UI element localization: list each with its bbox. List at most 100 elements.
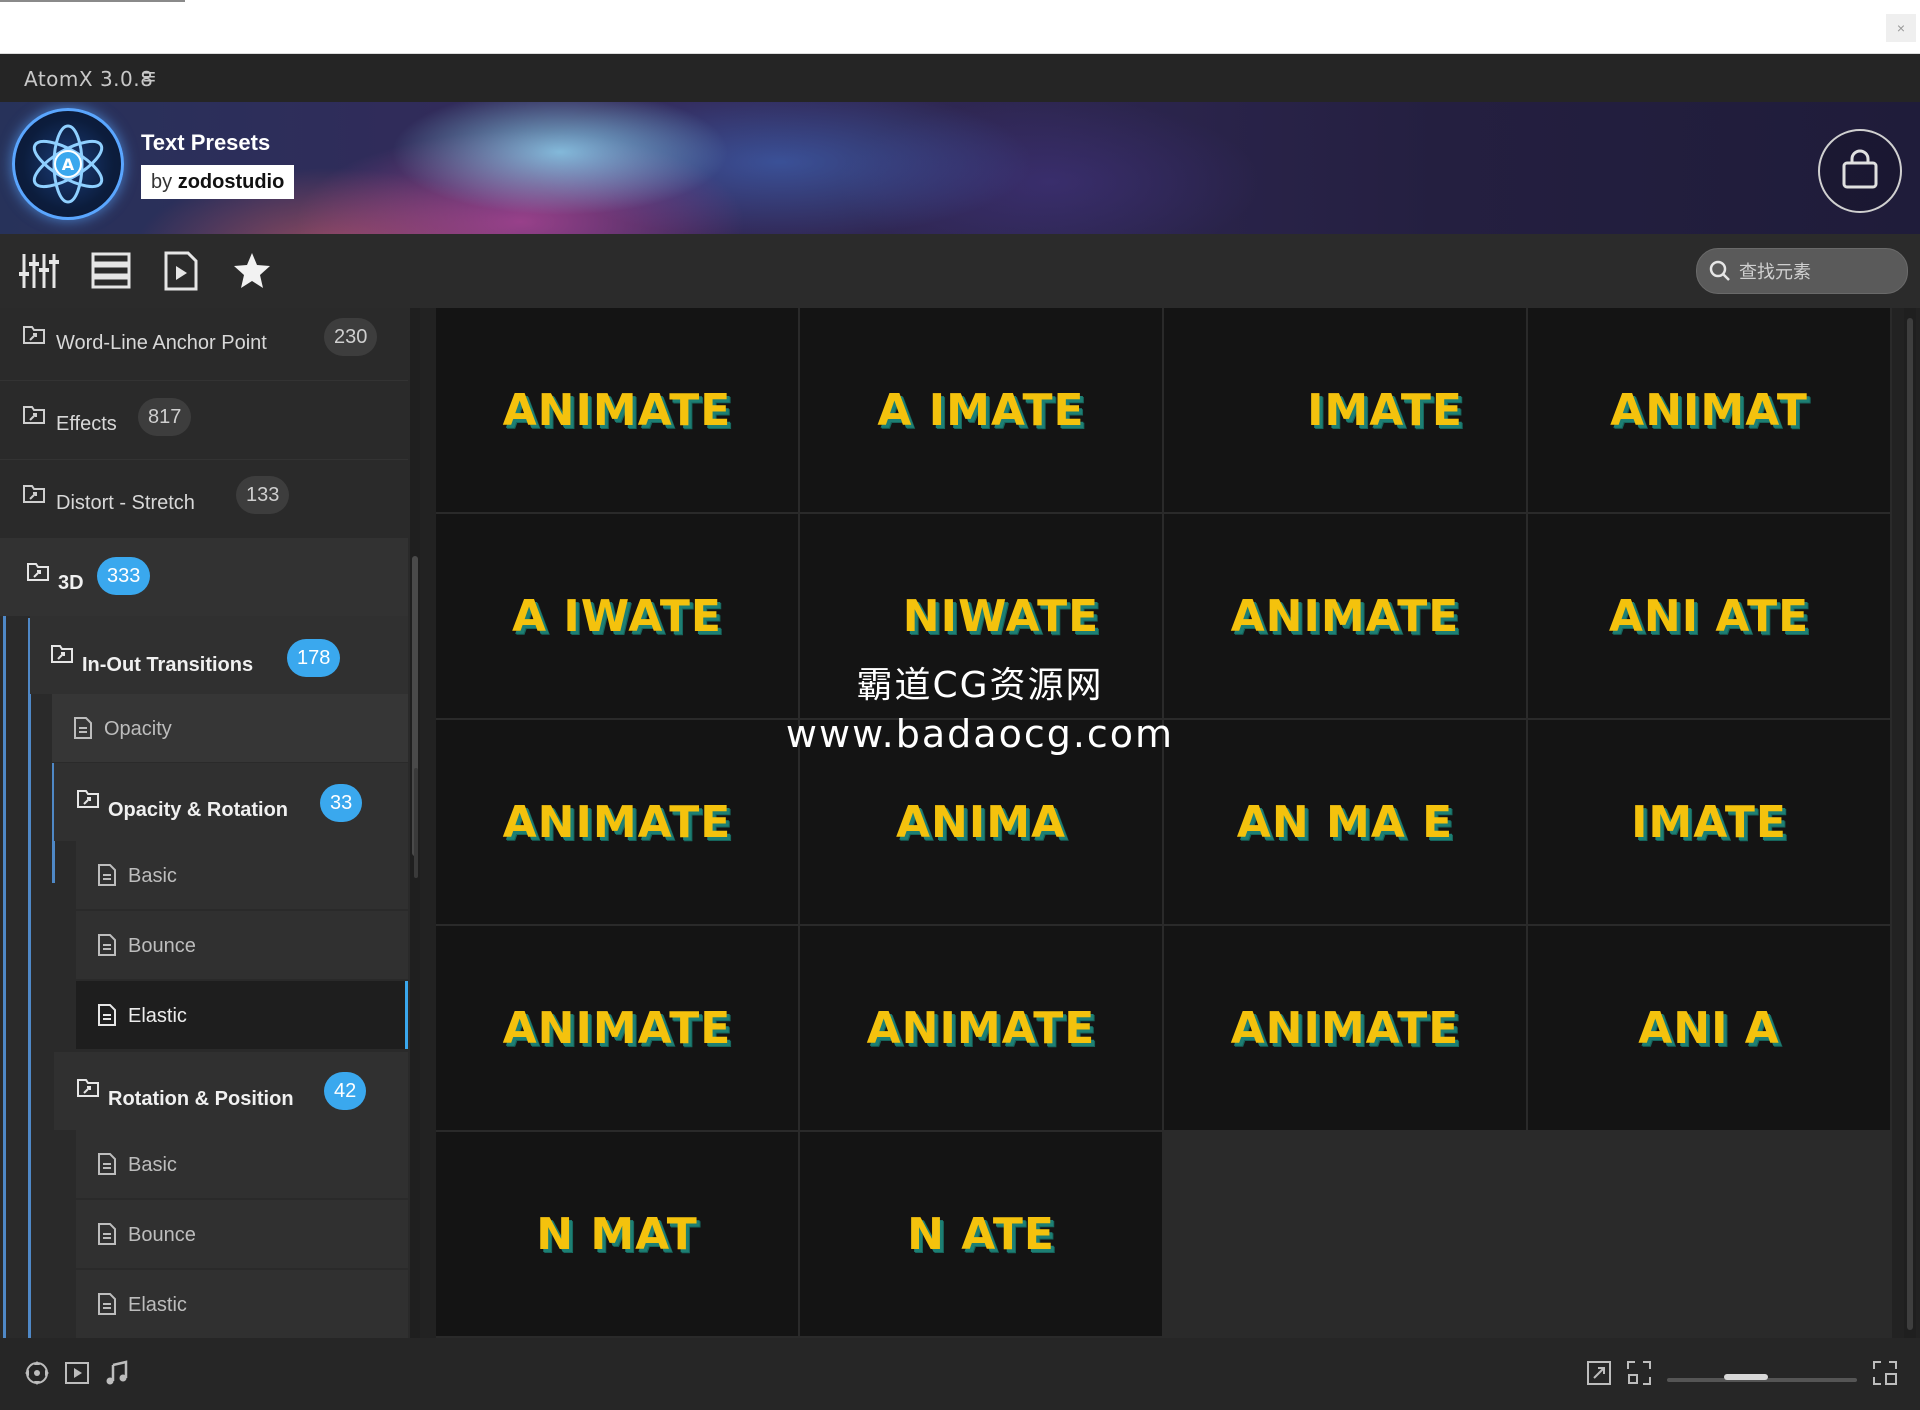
category-label: Rotation & Position	[108, 1088, 294, 1110]
preset-basic[interactable]: Basic	[76, 841, 408, 909]
preset-label: Elastic	[128, 1005, 187, 1027]
watermark-line1: 霸道CG资源网	[856, 665, 1104, 706]
folder-open-icon	[27, 563, 49, 581]
preset-label: Basic	[128, 1154, 177, 1176]
preset-elastic-selected[interactable]: Elastic	[76, 981, 408, 1049]
search-input[interactable]	[1737, 257, 1901, 287]
preview-tile[interactable]: AN MA E	[1164, 720, 1526, 924]
preview-tile[interactable]: ANIMATE	[436, 926, 798, 1130]
grid-scrollbar-thumb[interactable]	[1907, 318, 1913, 1330]
category-distort-stretch[interactable]: Distort - Stretch 133	[0, 460, 408, 538]
count-badge: 42	[324, 1072, 367, 1110]
scrollbar-thumb-secondary[interactable]	[414, 768, 418, 878]
watermark-line2: www.badaocg.com	[785, 712, 1175, 756]
preset-basic[interactable]: Basic	[76, 1130, 408, 1198]
banner-author[interactable]: by zodostudio	[141, 165, 295, 199]
window-close-button[interactable]: ×	[1886, 14, 1916, 42]
category-in-out-transitions[interactable]: In-Out Transitions 178	[30, 616, 408, 694]
category-3d[interactable]: 3D 333	[0, 538, 408, 616]
preset-label: Bounce	[128, 1224, 196, 1246]
preset-elastic[interactable]: Elastic	[76, 1270, 408, 1338]
preview-tile[interactable]: A IMATE	[800, 308, 1162, 512]
shopping-bag-button[interactable]	[1818, 129, 1902, 213]
category-opacity-rotation[interactable]: Opacity & Rotation 33	[54, 763, 408, 841]
bottom-bar	[0, 1338, 1920, 1410]
atom-logo: A	[12, 108, 124, 220]
preview-text: ANI ATE	[1608, 590, 1810, 642]
preview-tile[interactable]: IMATE	[1164, 308, 1526, 512]
preview-tile[interactable]: ANIMATE	[1164, 514, 1526, 718]
count-badge: 333	[97, 557, 151, 595]
thumbnail-size-slider[interactable]	[1667, 1374, 1857, 1382]
preview-text: ANIMA	[895, 796, 1067, 848]
search-box[interactable]	[1696, 248, 1908, 294]
folder-open-icon	[51, 645, 73, 663]
list-view-icon[interactable]	[90, 250, 132, 292]
svg-text:A: A	[62, 155, 75, 174]
move-anchor-icon[interactable]	[24, 1360, 50, 1386]
sidebar-scrollbar[interactable]	[410, 308, 420, 1338]
play-preview-icon[interactable]	[64, 1360, 90, 1386]
preview-tile[interactable]: N MAT	[436, 1132, 798, 1336]
preview-text: AN MA E	[1236, 796, 1454, 848]
preset-label: Opacity	[104, 718, 172, 740]
music-note-icon[interactable]	[104, 1360, 130, 1386]
preview-tile[interactable]: IMATE	[1528, 720, 1890, 924]
by-label: by	[151, 171, 173, 193]
preview-tile[interactable]: ANIMATE	[436, 720, 798, 924]
folder-open-icon	[77, 1079, 99, 1097]
small-grid-icon[interactable]	[1626, 1360, 1652, 1386]
preview-tile[interactable]: ANIMAT	[1528, 308, 1890, 512]
preset-opacity[interactable]: Opacity	[52, 694, 408, 762]
preset-bounce[interactable]: Bounce	[76, 1200, 408, 1268]
preview-tile[interactable]: ANIMATE	[1164, 926, 1526, 1130]
sliders-icon[interactable]	[18, 250, 60, 292]
large-grid-icon[interactable]	[1872, 1360, 1898, 1386]
count-badge: 178	[287, 639, 341, 677]
preview-tile[interactable]: N ATE	[800, 1132, 1162, 1336]
app-title: AtomX 3.0.8	[24, 67, 154, 91]
preview-text: IMATE	[1307, 384, 1463, 436]
browser-strip: ×	[0, 0, 1920, 54]
preview-text: ANIMATE	[502, 384, 732, 436]
preview-text: N ATE	[907, 1208, 1055, 1260]
search-icon	[1709, 260, 1730, 281]
category-rotation-position[interactable]: Rotation & Position 42	[54, 1052, 408, 1130]
preview-tile[interactable]: ANI A	[1528, 926, 1890, 1130]
document-icon	[74, 717, 92, 739]
grid-scrollbar[interactable]	[1904, 308, 1916, 1338]
slider-knob[interactable]	[1724, 1374, 1768, 1380]
hamburger-icon[interactable]: ≡	[143, 64, 156, 90]
preview-text: ANIMAT	[1610, 384, 1808, 436]
preview-tile[interactable]: ANIMATE	[436, 308, 798, 512]
preview-tile[interactable]: ANI ATE	[1528, 514, 1890, 718]
count-badge: 133	[236, 476, 290, 514]
preview-tile[interactable]: ANIMATE	[800, 926, 1162, 1130]
preset-bounce[interactable]: Bounce	[76, 911, 408, 979]
category-effects[interactable]: Effects 817	[0, 381, 408, 459]
star-icon[interactable]	[231, 250, 273, 292]
folder-icon	[23, 326, 45, 344]
preview-text: ANIMATE	[1230, 1002, 1460, 1054]
document-icon	[98, 1004, 116, 1026]
category-label: Distort - Stretch	[56, 492, 195, 514]
preview-tile[interactable]: A IWATE	[436, 514, 798, 718]
toolbar	[0, 234, 1920, 308]
tab-indicator	[0, 0, 185, 2]
preset-label: Elastic	[128, 1294, 187, 1316]
preview-text: ANIMATE	[1230, 590, 1460, 642]
preview-text: ANIMATE	[502, 1002, 732, 1054]
count-badge: 33	[320, 784, 363, 822]
open-external-icon[interactable]	[1586, 1360, 1612, 1386]
tree-line-inout	[28, 618, 31, 1338]
category-label: Opacity & Rotation	[108, 799, 289, 821]
banner: A Text Presets by zodostudio	[0, 102, 1920, 234]
document-icon	[98, 1153, 116, 1175]
preset-label: Basic	[128, 865, 177, 887]
video-file-icon[interactable]	[160, 250, 202, 292]
preview-text: A IWATE	[511, 590, 722, 642]
preview-text: A IMATE	[877, 384, 1085, 436]
document-icon	[98, 1223, 116, 1245]
preset-preview-grid: ANIMATE A IMATE IMATE ANIMAT A IWATE NIW…	[436, 308, 1892, 1338]
category-word-line-anchor-point[interactable]: Word-Line Anchor Point 230	[0, 308, 408, 378]
